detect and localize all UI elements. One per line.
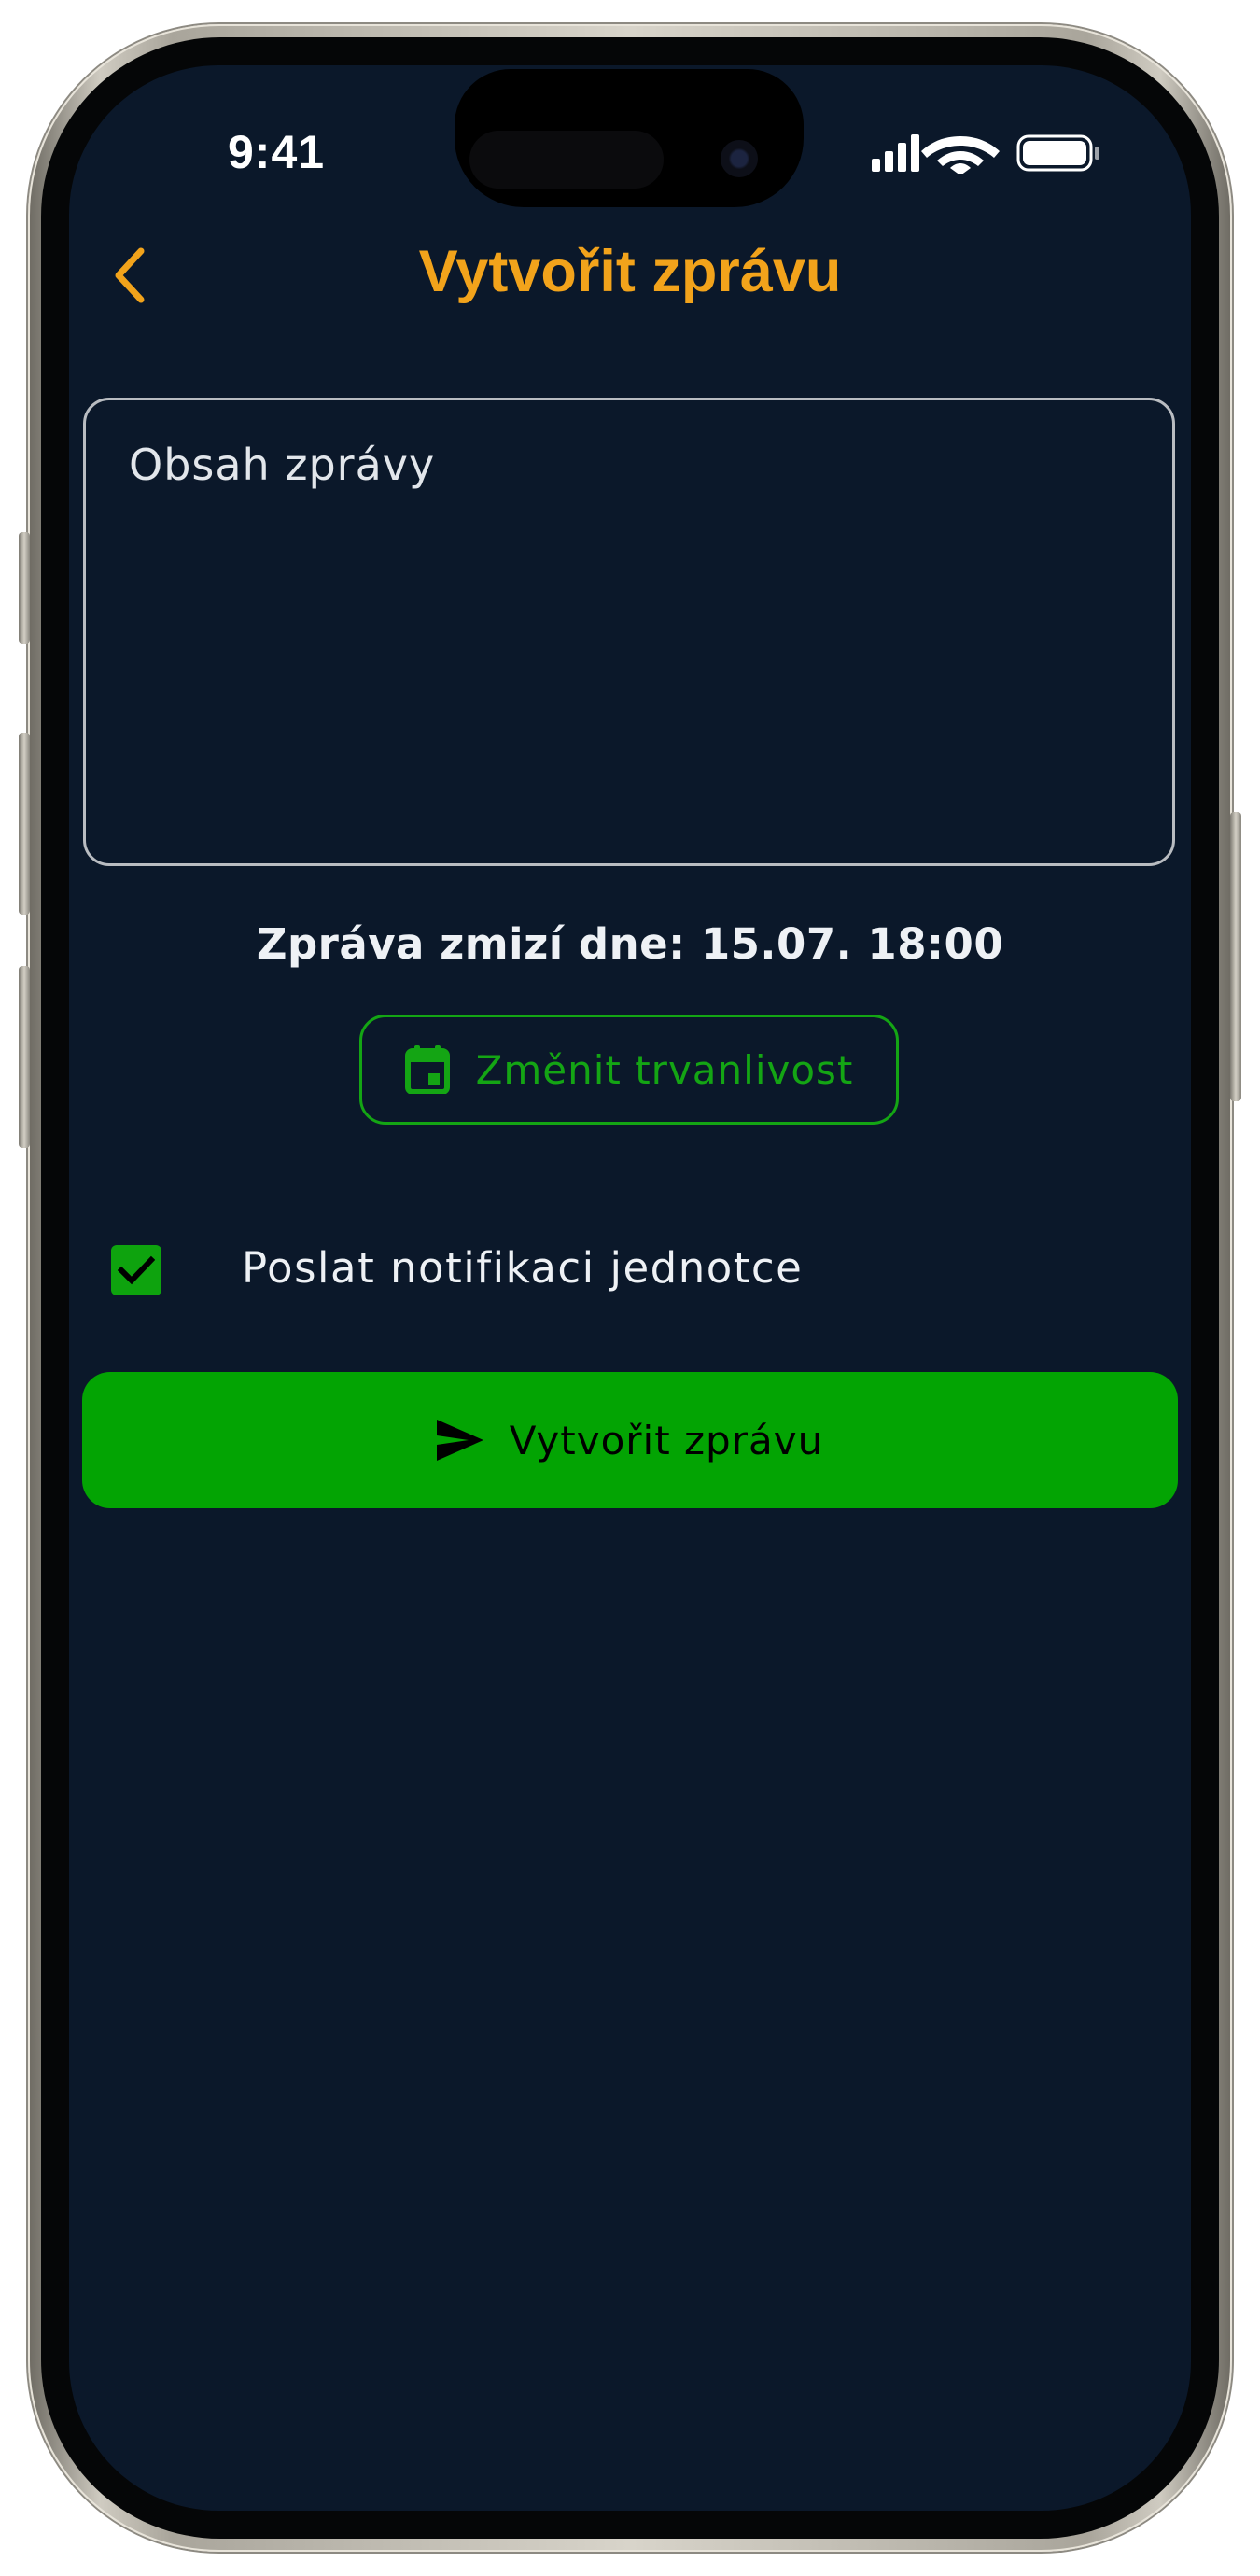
status-time: 9:41 <box>228 126 326 178</box>
status-icons <box>872 134 1099 174</box>
power-button <box>1230 812 1241 1101</box>
volume-down-button <box>19 966 30 1148</box>
volume-up-button <box>19 733 30 915</box>
wifi-icon <box>921 136 1000 174</box>
send-icon <box>436 1420 483 1461</box>
notify-unit-checkbox[interactable] <box>111 1245 161 1295</box>
app-screen: 9:41 Vytvořit zprávu Zpráva zmizí dne: 1… <box>69 65 1191 2511</box>
island-sensor <box>469 131 664 189</box>
notify-unit-label: Poslat notifikaci jednotce <box>242 1243 804 1293</box>
message-content-input[interactable] <box>83 398 1175 866</box>
dynamic-island <box>455 69 804 207</box>
expiry-text: Zpráva zmizí dne: 15.07. 18:00 <box>256 919 1004 969</box>
change-duration-label: Změnit trvanlivost <box>475 1046 854 1093</box>
cellular-signal-icon <box>872 134 919 172</box>
back-button[interactable] <box>88 233 172 317</box>
create-message-button[interactable]: Vytvořit zprávu <box>82 1372 1178 1508</box>
create-message-label: Vytvořit zprávu <box>509 1417 824 1463</box>
change-duration-button[interactable]: Změnit trvanlivost <box>359 1015 899 1125</box>
front-camera <box>721 140 758 177</box>
calendar-icon <box>404 1045 450 1094</box>
action-button <box>19 532 30 644</box>
checkmark-icon <box>118 1255 155 1285</box>
page-title: Vytvořit zprávu <box>418 239 842 304</box>
battery-icon <box>1016 134 1099 172</box>
chevron-left-icon <box>115 247 145 303</box>
